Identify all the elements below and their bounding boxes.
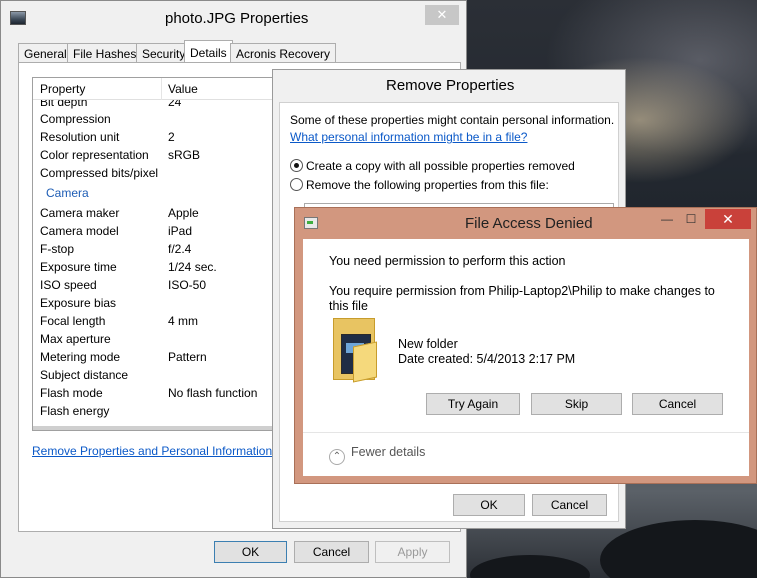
- section-label: Camera: [46, 186, 89, 200]
- tab-details[interactable]: Details: [184, 40, 233, 63]
- cancel-button[interactable]: Cancel: [632, 393, 723, 415]
- property-name: Subject distance: [40, 368, 129, 382]
- property-name: Camera model: [40, 224, 119, 238]
- table-row[interactable]: Exposure bias: [33, 294, 301, 312]
- property-rows: Bit depth 24 Compression Resolution unit…: [33, 94, 301, 420]
- table-row[interactable]: Max aperture: [33, 330, 301, 348]
- permission-message: You need permission to perform this acti…: [329, 254, 566, 268]
- close-button[interactable]: ✕: [425, 5, 459, 25]
- radio-label: Create a copy with all possible properti…: [306, 159, 575, 173]
- divider: [303, 432, 749, 433]
- dialog-title: File Access Denied: [465, 215, 593, 232]
- property-value: No flash function: [168, 386, 258, 400]
- personal-info-link[interactable]: What personal information might be in a …: [290, 130, 527, 144]
- tab-acronis-recovery[interactable]: Acronis Recovery: [230, 43, 337, 63]
- table-row[interactable]: Color representation sRGB: [33, 146, 301, 164]
- table-row[interactable]: ISO speed ISO-50: [33, 276, 301, 294]
- column-divider[interactable]: [161, 78, 162, 100]
- table-row[interactable]: Flash energy: [33, 402, 301, 420]
- table-row[interactable]: Flash mode No flash function: [33, 384, 301, 402]
- ok-button[interactable]: OK: [214, 541, 287, 563]
- ok-button[interactable]: OK: [453, 494, 525, 516]
- cancel-button[interactable]: Cancel: [294, 541, 369, 563]
- section-header-camera: Camera: [33, 182, 301, 204]
- close-button[interactable]: ✕: [705, 209, 751, 229]
- window-title: photo.JPG Properties: [165, 10, 309, 27]
- property-name: Exposure bias: [40, 296, 117, 310]
- folder-icon: [333, 318, 379, 383]
- file-operation-icon: [304, 217, 318, 229]
- property-name: Flash mode: [40, 386, 103, 400]
- table-row[interactable]: Exposure time 1/24 sec.: [33, 258, 301, 276]
- info-text: Some of these properties might contain p…: [290, 113, 615, 127]
- column-header-value[interactable]: Value: [168, 82, 198, 96]
- property-name: Exposure time: [40, 260, 117, 274]
- fewer-details-toggle[interactable]: ⌃ Fewer details: [329, 445, 425, 465]
- dialog-content: You need permission to perform this acti…: [303, 239, 749, 476]
- property-name: Focal length: [40, 314, 106, 328]
- property-value: sRGB: [168, 148, 201, 162]
- rock-shape: [470, 555, 590, 578]
- property-name: Camera maker: [40, 206, 120, 220]
- tab-file-hashes[interactable]: File Hashes: [67, 43, 143, 63]
- skip-button[interactable]: Skip: [531, 393, 622, 415]
- property-name: Compressed bits/pixel: [40, 166, 159, 180]
- table-row[interactable]: Focal length 4 mm: [33, 312, 301, 330]
- try-again-button[interactable]: Try Again: [426, 393, 520, 415]
- property-name: Max aperture: [40, 332, 111, 346]
- maximize-button[interactable]: ☐: [677, 209, 705, 229]
- table-row[interactable]: Camera model iPad: [33, 222, 301, 240]
- table-row[interactable]: Compression: [33, 110, 301, 128]
- table-row[interactable]: Compressed bits/pixel: [33, 164, 301, 182]
- dialog-title: Remove Properties: [386, 77, 515, 94]
- column-header-property[interactable]: Property: [40, 82, 85, 96]
- apply-button[interactable]: Apply: [375, 541, 450, 563]
- property-value: 2: [168, 130, 175, 144]
- property-name: F-stop: [40, 242, 75, 256]
- radio-create-copy[interactable]: Create a copy with all possible properti…: [290, 159, 575, 173]
- radio-unselected-icon[interactable]: [290, 178, 303, 191]
- property-name: Metering mode: [40, 350, 121, 364]
- file-access-denied-dialog: File Access Denied — ☐ ✕ You need permis…: [294, 207, 757, 484]
- item-date-created: Date created: 5/4/2013 2:17 PM: [398, 352, 576, 366]
- property-value: ISO-50: [168, 278, 207, 292]
- radio-selected-icon[interactable]: [290, 159, 303, 172]
- chevron-up-icon[interactable]: ⌃: [329, 449, 345, 465]
- table-row[interactable]: Resolution unit 2: [33, 128, 301, 146]
- property-value: Apple: [168, 206, 199, 220]
- folder-front: [353, 341, 377, 383]
- fewer-details-label: Fewer details: [351, 445, 426, 459]
- property-value: Pattern: [168, 350, 207, 364]
- item-name: New folder: [398, 337, 458, 351]
- table-row[interactable]: F-stop f/2.4: [33, 240, 301, 258]
- properties-grid[interactable]: Bit depth 24 Compression Resolution unit…: [32, 77, 302, 431]
- radio-remove-following[interactable]: Remove the following properties from thi…: [290, 178, 549, 192]
- grid-header: Property Value: [33, 78, 301, 100]
- properties-titlebar[interactable]: photo.JPG Properties ✕: [1, 1, 466, 37]
- property-name: Resolution unit: [40, 130, 120, 144]
- horizontal-scrollbar[interactable]: [33, 426, 301, 430]
- property-value: iPad: [168, 224, 193, 238]
- property-name: Compression: [40, 112, 111, 126]
- radio-label: Remove the following properties from thi…: [306, 178, 549, 192]
- permission-detail: You require permission from Philip-Lapto…: [329, 284, 715, 313]
- property-name: Color representation: [40, 148, 149, 162]
- image-file-icon: [10, 11, 26, 25]
- table-row[interactable]: Camera maker Apple: [33, 204, 301, 222]
- table-row[interactable]: Metering mode Pattern: [33, 348, 301, 366]
- tab-general[interactable]: General: [18, 43, 73, 63]
- table-row[interactable]: Subject distance: [33, 366, 301, 384]
- cancel-button[interactable]: Cancel: [532, 494, 607, 516]
- property-value: 4 mm: [168, 314, 198, 328]
- remove-properties-link[interactable]: Remove Properties and Personal Informati…: [32, 444, 272, 458]
- property-name: ISO speed: [40, 278, 97, 292]
- property-value: 1/24 sec.: [168, 260, 217, 274]
- property-name: Flash energy: [40, 404, 110, 418]
- property-value: f/2.4: [168, 242, 192, 256]
